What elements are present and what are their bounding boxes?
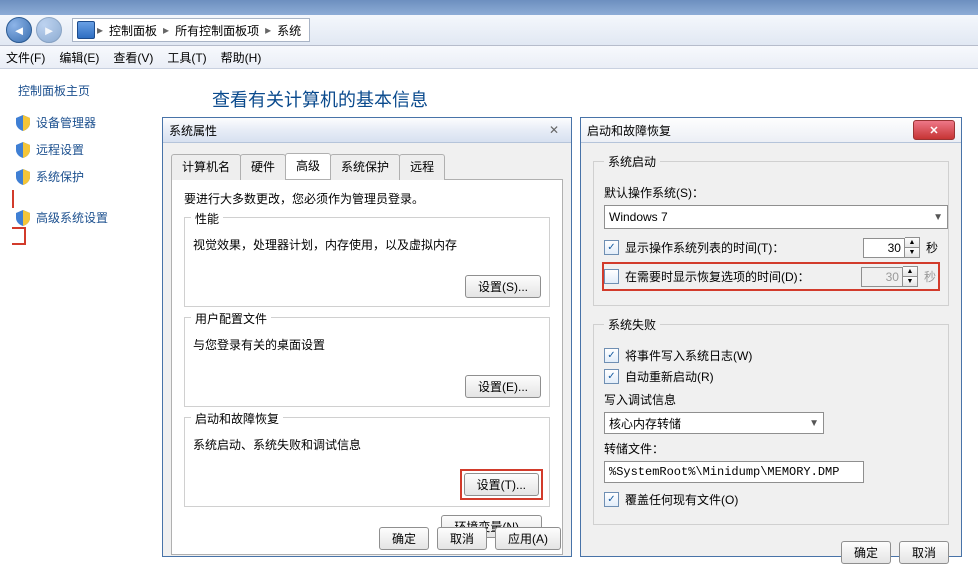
show-recovery-seconds bbox=[861, 267, 903, 287]
chevron-right-icon: ▸ bbox=[265, 23, 271, 37]
dialog-header[interactable]: 启动和故障恢复 ✕ bbox=[581, 118, 961, 143]
shield-icon bbox=[16, 210, 30, 226]
cancel-button[interactable]: 取消 bbox=[899, 541, 949, 564]
default-os-select[interactable]: Windows 7 ▼ bbox=[604, 205, 948, 229]
menu-help[interactable]: 帮助(H) bbox=[221, 49, 262, 66]
group-legend: 系统启动 bbox=[604, 153, 660, 170]
show-os-list-checkbox[interactable]: ✓ bbox=[604, 240, 619, 255]
shield-icon bbox=[16, 115, 30, 131]
group-desc: 与您登录有关的桌面设置 bbox=[193, 336, 541, 353]
page-title: 查看有关计算机的基本信息 bbox=[212, 86, 978, 112]
profile-settings-button[interactable]: 设置(E)... bbox=[465, 375, 541, 398]
nav-system-protection[interactable]: 系统保护 bbox=[12, 165, 162, 188]
log-event-label: 将事件写入系统日志(W) bbox=[625, 347, 752, 364]
forward-button[interactable]: ► bbox=[36, 17, 62, 43]
spinner: ▲▼ bbox=[903, 266, 918, 287]
default-os-label: 默认操作系统(S)： bbox=[604, 184, 704, 201]
group-desc: 视觉效果，处理器计划，内存使用，以及虚拟内存 bbox=[193, 236, 541, 253]
spinner[interactable]: ▲▼ bbox=[905, 237, 920, 258]
nav-label: 系统保护 bbox=[36, 168, 84, 185]
dialog-title: 启动和故障恢复 bbox=[587, 122, 671, 139]
tab-strip: 计算机名 硬件 高级 系统保护 远程 bbox=[171, 153, 563, 180]
overwrite-checkbox[interactable]: ✓ bbox=[604, 492, 619, 507]
left-nav-title: 控制面板主页 bbox=[18, 82, 162, 99]
crumb-system[interactable]: 系统 bbox=[273, 20, 305, 41]
nav-label: 设备管理器 bbox=[36, 114, 96, 131]
tab-page-advanced: 要进行大多数更改，您必须作为管理员登录。 性能 视觉效果，处理器计划，内存使用，… bbox=[171, 180, 563, 555]
group-desc: 系统启动、系统失败和调试信息 bbox=[193, 436, 541, 453]
menu-tools[interactable]: 工具(T) bbox=[167, 49, 206, 66]
chevron-right-icon: ▸ bbox=[97, 23, 103, 37]
window-titlebar bbox=[0, 0, 978, 15]
dialog-subtitle-blurred bbox=[220, 124, 223, 138]
dump-file-label: 转储文件： bbox=[604, 440, 664, 457]
nav-label: 高级系统设置 bbox=[36, 209, 108, 226]
startup-recovery-settings-button[interactable]: 设置(T)... bbox=[464, 473, 539, 496]
close-button[interactable]: ✕ bbox=[913, 120, 955, 140]
log-event-checkbox[interactable]: ✓ bbox=[604, 348, 619, 363]
ok-button[interactable]: 确定 bbox=[379, 527, 429, 550]
close-icon[interactable]: ✕ bbox=[543, 123, 565, 137]
crumb-control-panel[interactable]: 控制面板 bbox=[105, 20, 161, 41]
write-debug-label: 写入调试信息 bbox=[604, 391, 676, 408]
chevron-down-icon: ▼ bbox=[809, 418, 819, 429]
auto-restart-checkbox[interactable]: ✓ bbox=[604, 369, 619, 384]
default-os-value: Windows 7 bbox=[609, 210, 668, 224]
menu-view[interactable]: 查看(V) bbox=[113, 49, 153, 66]
show-os-list-label: 显示操作系统列表的时间(T)： bbox=[625, 239, 857, 256]
left-nav: 控制面板主页 设备管理器 远程设置 系统保护 高级系统设置 bbox=[0, 68, 166, 557]
show-recovery-label: 在需要时显示恢复选项的时间(D)： bbox=[625, 268, 855, 285]
address-bar: ◄ ► ▸ 控制面板 ▸ 所有控制面板项 ▸ 系统 bbox=[0, 15, 978, 46]
nav-label: 远程设置 bbox=[36, 141, 84, 158]
tab-advanced[interactable]: 高级 bbox=[285, 153, 331, 179]
shield-icon bbox=[16, 142, 30, 158]
dump-file-input[interactable] bbox=[604, 461, 864, 483]
menu-file[interactable]: 文件(F) bbox=[6, 49, 45, 66]
crumb-all-items[interactable]: 所有控制面板项 bbox=[171, 20, 263, 41]
dump-type-select[interactable]: 核心内存转储 ▼ bbox=[604, 412, 824, 434]
chevron-right-icon: ▸ bbox=[163, 23, 169, 37]
performance-settings-button[interactable]: 设置(S)... bbox=[465, 275, 541, 298]
tab-remote[interactable]: 远程 bbox=[399, 154, 445, 180]
cancel-button[interactable]: 取消 bbox=[437, 527, 487, 550]
tab-hardware[interactable]: 硬件 bbox=[240, 154, 286, 180]
show-os-list-seconds[interactable] bbox=[863, 238, 905, 258]
ok-button[interactable]: 确定 bbox=[841, 541, 891, 564]
system-properties-dialog: 系统属性 ✕ 计算机名 硬件 高级 系统保护 远程 要进行大多数更改，您必须作为… bbox=[162, 117, 572, 557]
group-title: 用户配置文件 bbox=[191, 310, 271, 327]
nav-device-manager[interactable]: 设备管理器 bbox=[12, 111, 162, 134]
admin-note: 要进行大多数更改，您必须作为管理员登录。 bbox=[184, 190, 550, 207]
dialog-header[interactable]: 系统属性 ✕ bbox=[163, 118, 571, 143]
seconds-label: 秒 bbox=[926, 239, 938, 256]
menu-bar: 文件(F) 编辑(E) 查看(V) 工具(T) 帮助(H) bbox=[0, 46, 978, 69]
user-profile-group: 用户配置文件 与您登录有关的桌面设置 设置(E)... bbox=[184, 317, 550, 407]
dump-type-value: 核心内存转储 bbox=[609, 415, 681, 432]
apply-button[interactable]: 应用(A) bbox=[495, 527, 561, 550]
overwrite-label: 覆盖任何现有文件(O) bbox=[625, 491, 738, 508]
breadcrumb[interactable]: ▸ 控制面板 ▸ 所有控制面板项 ▸ 系统 bbox=[72, 18, 310, 42]
group-legend: 系统失败 bbox=[604, 316, 660, 333]
control-panel-icon bbox=[77, 21, 95, 39]
group-title: 性能 bbox=[191, 210, 223, 227]
system-failure-group: 系统失败 ✓ 将事件写入系统日志(W) ✓ 自动重新启动(R) 写入调试信息 核… bbox=[593, 316, 949, 525]
system-startup-group: 系统启动 默认操作系统(S)： Windows 7 ▼ ✓ 显示操作系统列表的时… bbox=[593, 153, 949, 306]
seconds-label: 秒 bbox=[924, 268, 936, 285]
group-title: 启动和故障恢复 bbox=[191, 410, 283, 427]
startup-recovery-dialog: 启动和故障恢复 ✕ 系统启动 默认操作系统(S)： Windows 7 ▼ ✓ … bbox=[580, 117, 962, 557]
nav-remote-settings[interactable]: 远程设置 bbox=[12, 138, 162, 161]
tab-computer-name[interactable]: 计算机名 bbox=[171, 154, 241, 180]
menu-edit[interactable]: 编辑(E) bbox=[59, 49, 99, 66]
back-button[interactable]: ◄ bbox=[6, 17, 32, 43]
tab-system-protection[interactable]: 系统保护 bbox=[330, 154, 400, 180]
dialog-title: 系统属性 bbox=[169, 124, 217, 138]
nav-advanced-system-settings[interactable]: 高级系统设置 bbox=[12, 206, 162, 229]
chevron-down-icon: ▼ bbox=[933, 212, 943, 223]
auto-restart-label: 自动重新启动(R) bbox=[625, 368, 714, 385]
performance-group: 性能 视觉效果，处理器计划，内存使用，以及虚拟内存 设置(S)... bbox=[184, 217, 550, 307]
shield-icon bbox=[16, 169, 30, 185]
show-recovery-checkbox[interactable] bbox=[604, 269, 619, 284]
startup-recovery-group: 启动和故障恢复 系统启动、系统失败和调试信息 设置(T)... bbox=[184, 417, 550, 507]
